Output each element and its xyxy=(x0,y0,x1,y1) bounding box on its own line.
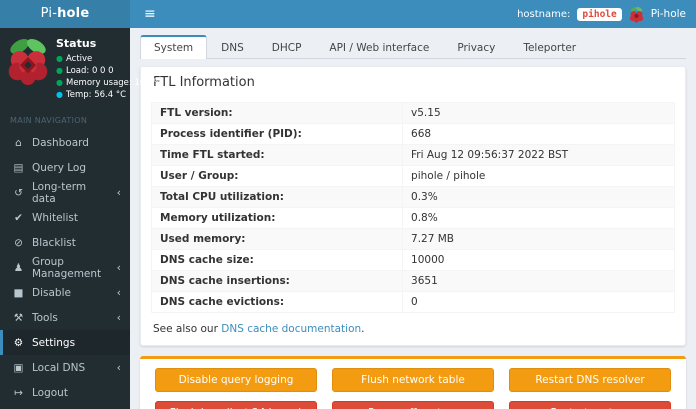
row-label: Used memory: xyxy=(150,228,404,250)
stop-icon: ■ xyxy=(13,286,24,299)
tab-privacy[interactable]: Privacy xyxy=(443,35,509,59)
status-temp: ● Temp: 56.4 °C xyxy=(56,90,127,100)
brand-bold: hole xyxy=(57,6,90,21)
sidebar-item-tools[interactable]: ⚒ Tools ‹ xyxy=(0,305,130,330)
table-row: DNS cache size: 10000 xyxy=(150,249,675,271)
sidebar-item-group-management[interactable]: ♟ Group Management ‹ xyxy=(0,255,130,280)
sidebar-item-settings[interactable]: ⚙ Settings xyxy=(0,330,130,355)
restart-system-button[interactable]: Restart system xyxy=(509,401,671,409)
hostname-label: hostname: xyxy=(517,8,571,20)
table-row: Total CPU utilization: 0.3% xyxy=(150,186,675,208)
nav-section-header: MAIN NAVIGATION xyxy=(10,116,88,125)
restart-dns-resolver-button[interactable]: Restart DNS resolver xyxy=(509,368,671,392)
row-value: 10000 xyxy=(402,249,675,271)
main-content: System DNS DHCP API / Web interface Priv… xyxy=(130,28,696,409)
row-value: pihole / pihole xyxy=(402,165,675,187)
sign-out-icon: ↦ xyxy=(14,386,23,399)
table-row: Used memory: 7.27 MB xyxy=(150,228,675,250)
sidebar-item-local-dns[interactable]: ▣ Local DNS ‹ xyxy=(0,355,130,380)
status-load: ● Load: 0 0 0 xyxy=(56,66,114,76)
chevron-left-icon: ‹ xyxy=(116,261,121,274)
sidebar-toggle-icon[interactable]: ≡ xyxy=(130,0,170,28)
chevron-left-icon: ‹ xyxy=(116,286,121,299)
tab-dhcp[interactable]: DHCP xyxy=(258,35,316,59)
gear-icon: ⚙ xyxy=(13,336,24,349)
settings-tabs: System DNS DHCP API / Web interface Priv… xyxy=(140,35,686,59)
table-row: DNS cache evictions: 0 xyxy=(150,291,675,313)
status-memory: ● Memory usage: 10.0% xyxy=(56,78,162,88)
raspberry-logo-icon xyxy=(7,37,49,85)
table-row: FTL version: v5.15 xyxy=(150,102,675,124)
brand-logo[interactable]: Pi-hole xyxy=(0,0,130,28)
hostname-value: pihole xyxy=(577,7,622,21)
status-panel: Status ● Active ● Load: 0 0 0 ● Memory u… xyxy=(0,28,161,109)
tab-api-web-interface[interactable]: API / Web interface xyxy=(315,35,443,59)
row-label: Time FTL started: xyxy=(150,144,404,166)
row-label: DNS cache size: xyxy=(150,249,404,271)
temp-drop-icon: ● xyxy=(56,90,63,99)
table-row: DNS cache insertions: 3651 xyxy=(150,270,675,292)
tab-dns[interactable]: DNS xyxy=(207,35,258,59)
dns-cache-documentation-link[interactable]: DNS cache documentation xyxy=(221,323,361,335)
row-label: FTL version: xyxy=(150,102,404,124)
flush-logs-button[interactable]: Flush logs (last 24 hours) xyxy=(155,401,317,409)
row-value: 7.27 MB xyxy=(402,228,675,250)
row-label: Memory utilization: xyxy=(150,207,404,229)
file-icon: ▤ xyxy=(13,161,24,174)
danger-zone-box: Disable query logging Flush network tabl… xyxy=(140,356,686,409)
flush-network-table-button[interactable]: Flush network table xyxy=(332,368,494,392)
ban-icon: ⊘ xyxy=(14,236,23,249)
sidebar-item-long-term-data[interactable]: ↺ Long-term data ‹ xyxy=(0,180,130,205)
sidebar-item-donate[interactable]: ♥ Donate xyxy=(0,405,130,409)
ftl-information-box: FTL Information FTL version: v5.15 Proce… xyxy=(140,66,686,346)
row-value: Fri Aug 12 09:56:37 2022 BST xyxy=(402,144,675,166)
raspberry-icon xyxy=(629,6,644,23)
sidebar-item-query-log[interactable]: ▤ Query Log xyxy=(0,155,130,180)
row-label: User / Group: xyxy=(150,165,404,187)
user-menu[interactable]: Pi-hole xyxy=(651,8,686,20)
sidebar-item-logout[interactable]: ↦ Logout xyxy=(0,380,130,405)
sidebar-item-disable[interactable]: ■ Disable ‹ xyxy=(0,280,130,305)
chevron-left-icon: ‹ xyxy=(116,186,121,199)
row-value: v5.15 xyxy=(402,102,675,124)
tab-teleporter[interactable]: Teleporter xyxy=(509,35,590,59)
row-value: 668 xyxy=(402,123,675,145)
row-label: Process identifier (PID): xyxy=(150,123,404,145)
row-label: DNS cache evictions: xyxy=(150,291,404,313)
sidebar-item-blacklist[interactable]: ⊘ Blacklist xyxy=(0,230,130,255)
users-icon: ♟ xyxy=(13,261,24,274)
row-value: 0.3% xyxy=(402,186,675,208)
row-value: 3651 xyxy=(402,270,675,292)
table-row: Memory utilization: 0.8% xyxy=(150,207,675,229)
table-row: Process identifier (PID): 668 xyxy=(150,123,675,145)
row-label: DNS cache insertions: xyxy=(150,270,404,292)
status-ok-icon: ● xyxy=(56,66,63,75)
status-active: ● Active xyxy=(56,54,93,64)
address-book-icon: ▣ xyxy=(13,361,24,374)
ftl-info-table: FTL version: v5.15 Process identifier (P… xyxy=(150,102,675,313)
brand-prefix: Pi- xyxy=(40,6,58,21)
table-row: Time FTL started: Fri Aug 12 09:56:37 20… xyxy=(150,144,675,166)
home-icon: ⌂ xyxy=(15,136,22,149)
status-ok-icon: ● xyxy=(56,78,63,87)
row-label: Total CPU utilization: xyxy=(150,186,404,208)
table-row: User / Group: pihole / pihole xyxy=(150,165,675,187)
disable-query-logging-button[interactable]: Disable query logging xyxy=(155,368,317,392)
status-ok-icon: ● xyxy=(56,54,63,63)
row-value: 0 xyxy=(402,291,675,313)
see-also-note: See also our DNS cache documentation. xyxy=(153,323,365,335)
status-title: Status xyxy=(56,37,97,50)
sidebar: Status ● Active ● Load: 0 0 0 ● Memory u… xyxy=(0,28,161,409)
chevron-left-icon: ‹ xyxy=(116,311,121,324)
row-value: 0.8% xyxy=(402,207,675,229)
power-off-system-button[interactable]: Power off system xyxy=(332,401,494,409)
history-icon: ↺ xyxy=(14,186,23,199)
top-navbar: Pi-hole ≡ hostname: pihole Pi-hole xyxy=(0,0,696,28)
box-title: FTL Information xyxy=(153,75,255,90)
sidebar-item-whitelist[interactable]: ✔ Whitelist xyxy=(0,205,130,230)
check-circle-icon: ✔ xyxy=(14,211,23,224)
sidebar-item-dashboard[interactable]: ⌂ Dashboard xyxy=(0,130,130,155)
chevron-left-icon: ‹ xyxy=(116,361,121,374)
tools-icon: ⚒ xyxy=(13,311,24,324)
